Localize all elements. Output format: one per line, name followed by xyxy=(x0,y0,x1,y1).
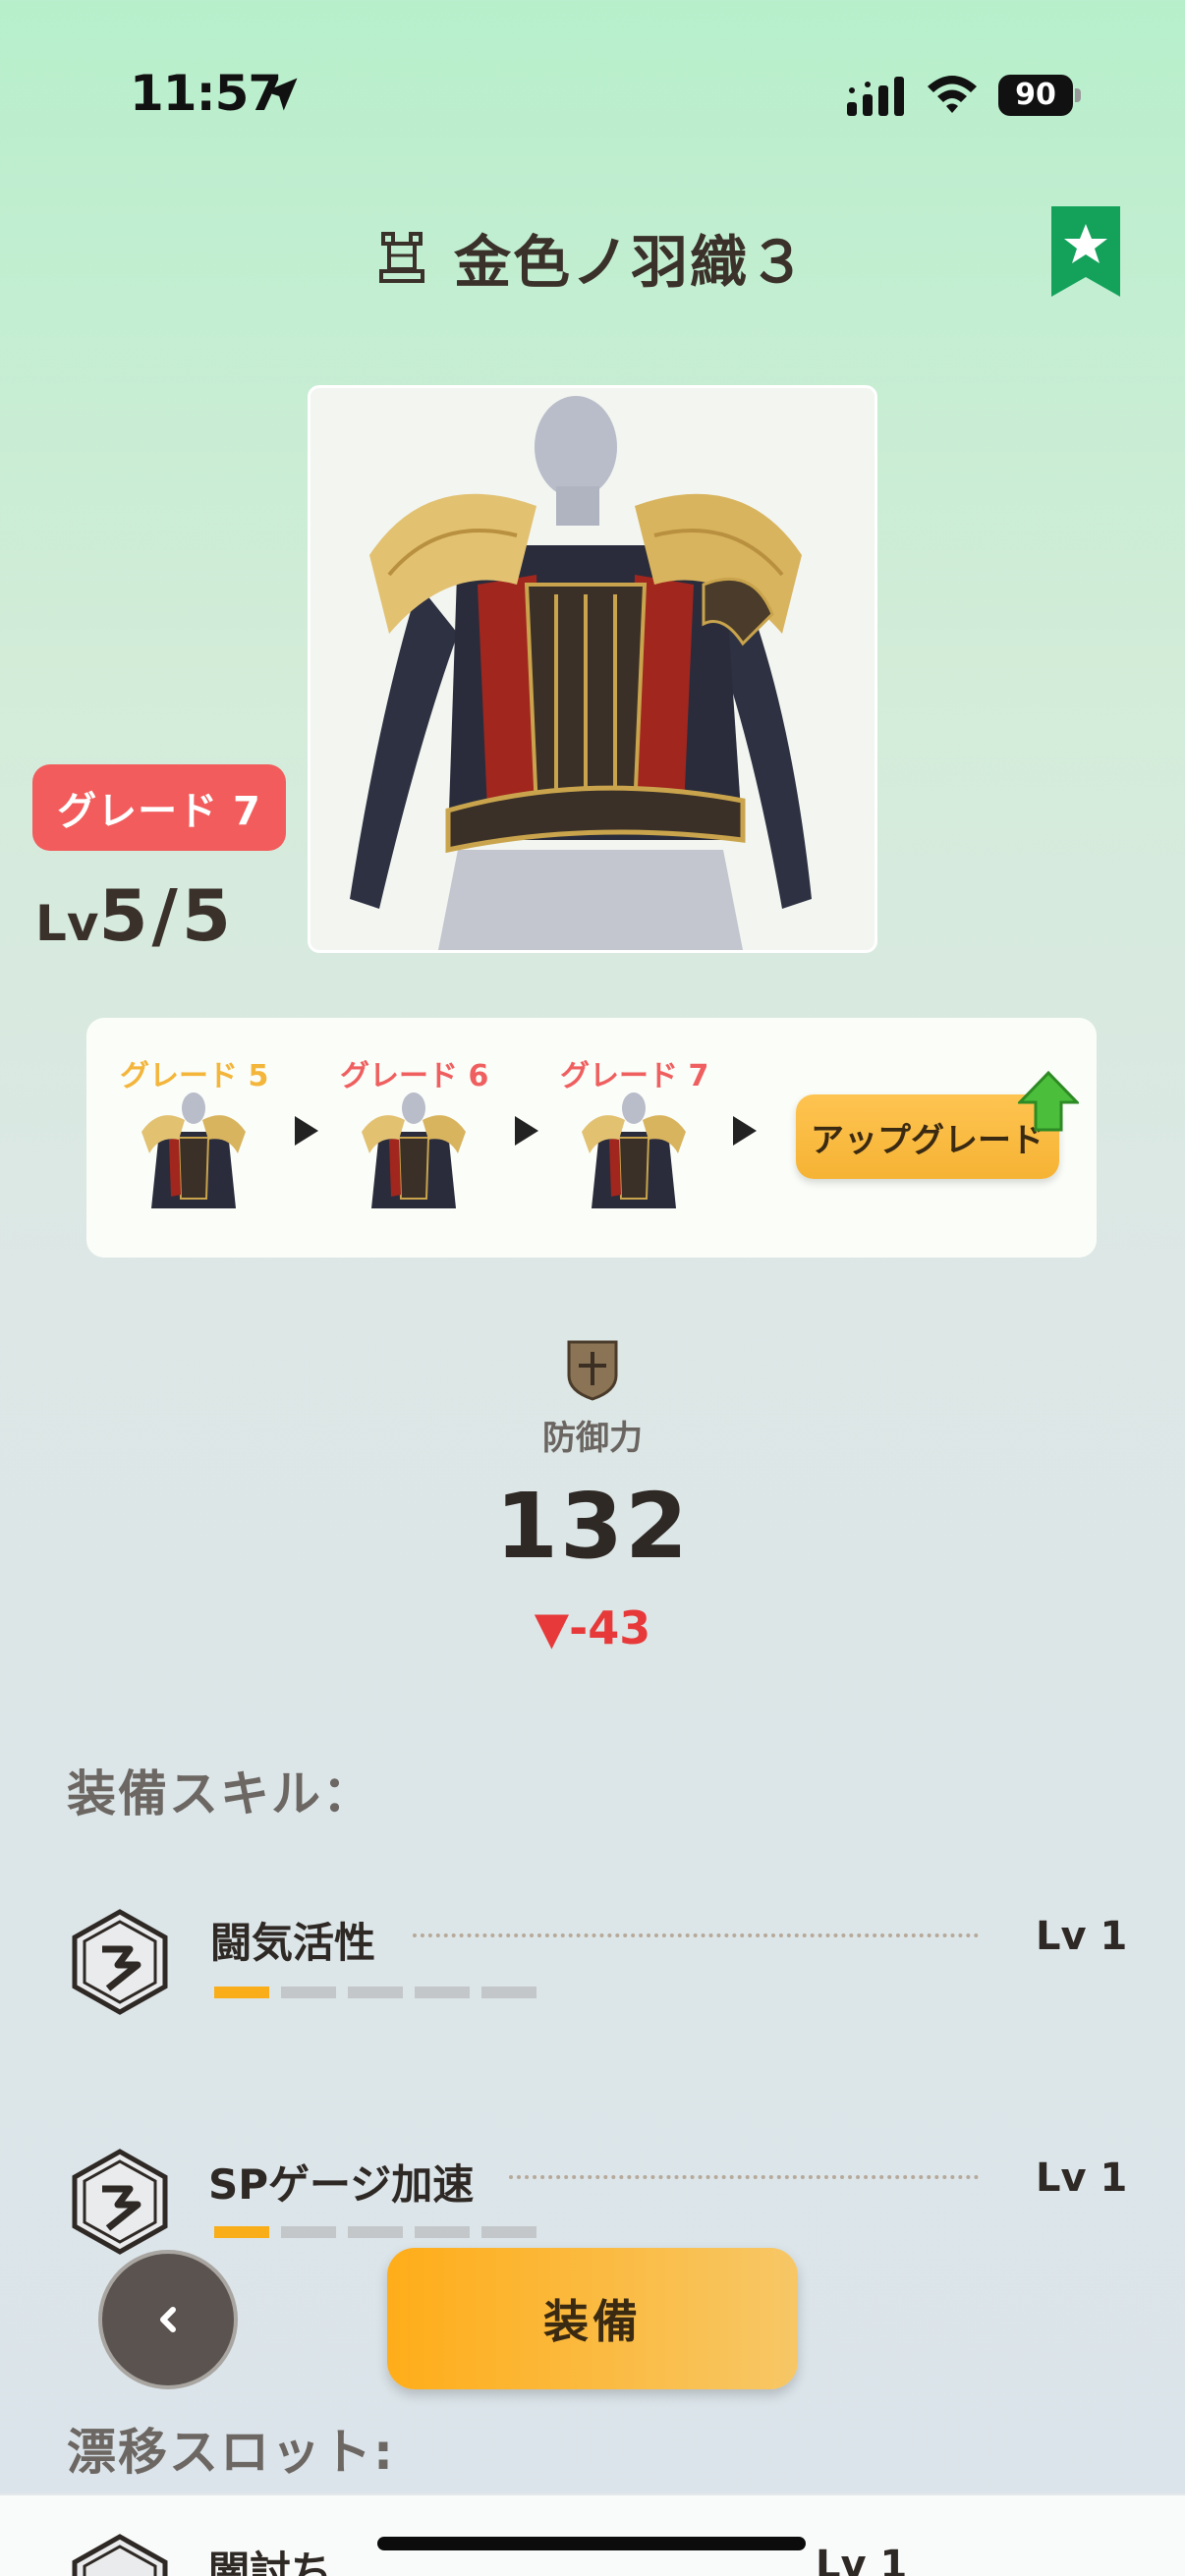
arrow-right-icon xyxy=(733,1116,757,1146)
skill-divider xyxy=(509,2175,979,2179)
drift-slot-name: 闇討ち xyxy=(208,2548,333,2576)
item-level: Lv5/5 xyxy=(35,874,235,957)
defense-value: 132 xyxy=(494,1474,691,1579)
arrow-right-icon xyxy=(295,1116,318,1146)
defense-diff: ▼-43 xyxy=(534,1601,651,1654)
back-button[interactable] xyxy=(98,2250,238,2389)
equip-skills-title: 装備スキル： xyxy=(67,1765,373,1822)
grade-step-label: グレード 5 xyxy=(120,1059,269,1093)
armor-icon xyxy=(378,232,424,283)
drift-slot-icon xyxy=(72,2534,168,2576)
star-bookmark-icon[interactable] xyxy=(1051,206,1120,297)
skill-name: SPゲージ加速 xyxy=(208,2160,475,2209)
equip-button[interactable]: 装備 xyxy=(387,2248,798,2389)
skill-icon xyxy=(72,1909,168,2015)
arrow-right-icon xyxy=(515,1116,538,1146)
battery-level: 90 xyxy=(998,75,1073,116)
page-header: 金色ノ羽織３ xyxy=(0,218,1185,297)
skill-level: Lv 1 xyxy=(1036,1914,1128,1959)
level-prefix: Lv xyxy=(35,895,99,952)
chevron-left-icon xyxy=(160,2307,176,2332)
grade-badge: グレード 7 xyxy=(32,764,286,851)
skill-level: Lv 1 xyxy=(1036,2156,1128,2201)
skill-icon xyxy=(72,2149,168,2255)
battery-icon: 90 xyxy=(998,75,1081,116)
skill-level-bar xyxy=(214,2226,536,2238)
grade-step-label: グレード 6 xyxy=(340,1059,489,1093)
armor-jacket-image xyxy=(308,385,877,953)
grade-5-thumbnail[interactable] xyxy=(130,1092,257,1218)
green-up-arrow-icon xyxy=(1018,1071,1079,1132)
grade-7-thumbnail[interactable] xyxy=(570,1092,698,1218)
defense-label: 防御力 xyxy=(542,1419,643,1458)
level-value: 5/5 xyxy=(98,874,235,957)
skill-level-bar xyxy=(214,1987,536,1998)
page-title: 金色ノ羽織３ xyxy=(453,229,808,296)
grade-6-thumbnail[interactable] xyxy=(350,1092,478,1218)
grade-step-label: グレード 7 xyxy=(560,1059,709,1093)
cellular-signal-icon xyxy=(847,77,904,116)
skill-divider xyxy=(413,1933,979,1937)
shield-icon xyxy=(567,1340,618,1401)
drift-slots-title: 漂移スロット: xyxy=(67,2424,395,2481)
drift-slots-panel xyxy=(0,2493,1185,2576)
skill-name: 闘気活性 xyxy=(210,1919,376,1967)
wifi-icon xyxy=(928,76,977,113)
drift-slot-level: Lv 1 xyxy=(816,2543,908,2576)
home-indicator[interactable] xyxy=(377,2537,806,2550)
location-arrow-icon xyxy=(264,78,298,111)
